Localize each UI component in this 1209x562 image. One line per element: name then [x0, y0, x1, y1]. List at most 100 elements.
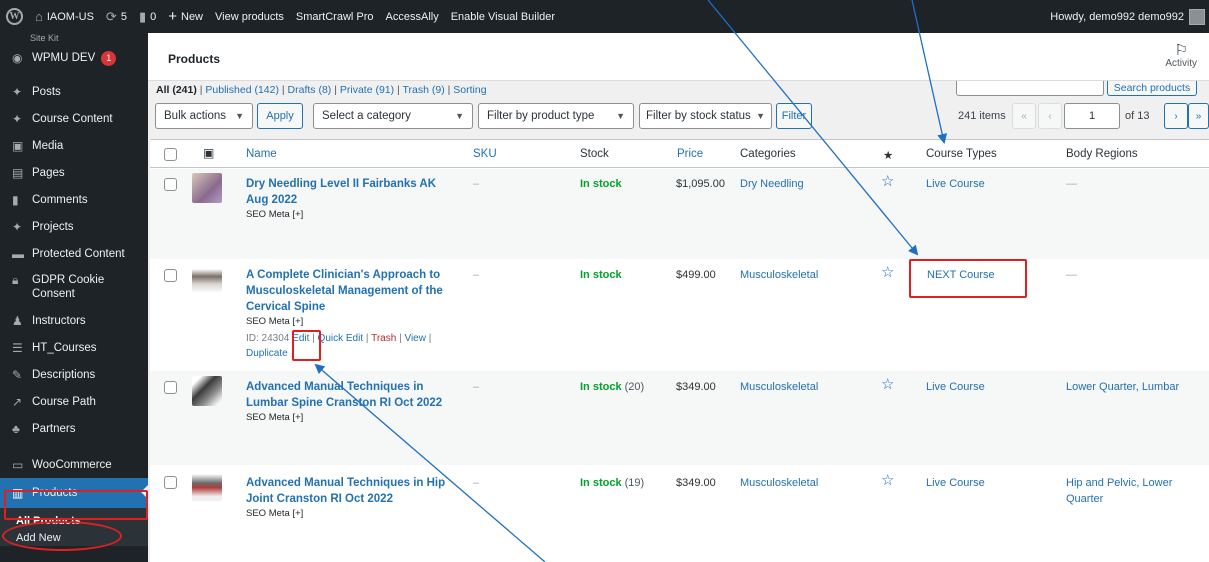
- prev-page-button[interactable]: ‹: [1038, 103, 1062, 129]
- pin-icon: ✦: [12, 219, 23, 234]
- row-checkbox[interactable]: [164, 178, 177, 191]
- wp-logo-menu[interactable]: W: [0, 0, 29, 33]
- featured-star-icon[interactable]: ☆: [881, 174, 894, 190]
- accessally-link[interactable]: AccessAlly: [380, 0, 445, 33]
- course-type-link[interactable]: Live Course: [926, 379, 985, 395]
- activity-panel-button[interactable]: ⚐ Activity: [1165, 43, 1197, 69]
- my-account-menu[interactable]: Howdy, demo992 demo992: [1050, 8, 1209, 25]
- sidebar-item-projects[interactable]: ✦ Projects: [0, 213, 148, 240]
- media-icon: ▣: [12, 138, 24, 153]
- category-link[interactable]: Musculoskeletal: [740, 267, 818, 283]
- view-sorting[interactable]: Sorting: [453, 84, 486, 96]
- price-value: $349.00: [676, 381, 716, 393]
- bulk-actions-select[interactable]: Bulk actions ▼: [155, 103, 253, 129]
- price-value: $499.00: [676, 269, 716, 281]
- seo-meta-toggle[interactable]: SEO Meta [+]: [246, 208, 456, 222]
- product-title-link[interactable]: Advanced Manual Techniques in Hip Joint …: [246, 475, 468, 507]
- row-checkbox[interactable]: [164, 381, 177, 394]
- body-regions-link[interactable]: Hip and Pelvic, Lower Quarter: [1066, 475, 1186, 507]
- highlight-box-next-course: [909, 259, 1027, 298]
- view-drafts[interactable]: Drafts (8): [288, 84, 332, 96]
- category-link[interactable]: Musculoskeletal: [740, 379, 818, 395]
- product-title-link[interactable]: A Complete Clinician's Approach to Muscu…: [246, 267, 456, 315]
- wpmu-logo-icon: ◉: [12, 51, 23, 65]
- product-thumbnail[interactable]: [192, 173, 222, 203]
- sidebar-item-partners[interactable]: ♣ Partners: [0, 415, 148, 442]
- column-sku[interactable]: SKU: [473, 148, 497, 160]
- apply-button[interactable]: Apply: [257, 103, 303, 129]
- table-row: Advanced Manual Techniques in Lumbar Spi…: [150, 371, 1209, 465]
- product-thumbnail[interactable]: [192, 266, 222, 296]
- stock-status: In stock (20): [580, 381, 645, 393]
- sidebar-item-comments[interactable]: ▮ Comments: [0, 186, 148, 213]
- search-products-button[interactable]: Search products: [1107, 81, 1197, 96]
- filter-button[interactable]: Filter: [776, 103, 812, 129]
- sidebar-item-wpmu-dev[interactable]: ◉ WPMU DEV 1: [0, 44, 148, 72]
- sidebar-item-descriptions[interactable]: ✎ Descriptions: [0, 361, 148, 388]
- next-page-button[interactable]: ›: [1164, 103, 1188, 129]
- view-products-link[interactable]: View products: [209, 0, 290, 33]
- row-checkbox[interactable]: [164, 269, 177, 282]
- view-private[interactable]: Private (91): [340, 84, 394, 96]
- product-title-link[interactable]: Dry Needling Level II Fairbanks AK Aug 2…: [246, 176, 456, 208]
- site-name-link[interactable]: ⌂ IAOM-US: [29, 0, 100, 33]
- sidebar-item-protected-content[interactable]: ▬ Protected Content: [0, 240, 148, 267]
- trash-link[interactable]: Trash: [371, 333, 396, 344]
- sidebar-item-woocommerce[interactable]: ▭ WooCommerce: [0, 451, 148, 478]
- first-page-button[interactable]: «: [1012, 103, 1036, 129]
- folder-lock-icon: ▬: [12, 246, 24, 261]
- current-page-input[interactable]: 1: [1064, 103, 1120, 129]
- refresh-icon: ⟳: [105, 8, 117, 24]
- duplicate-link[interactable]: Duplicate: [246, 348, 288, 359]
- product-type-select[interactable]: Filter by product type ▼: [478, 103, 634, 129]
- new-content-link[interactable]: + New: [162, 0, 209, 33]
- column-categories: Categories: [740, 148, 796, 160]
- featured-star-icon[interactable]: ☆: [881, 473, 894, 489]
- updates-link[interactable]: ⟳ 5: [100, 0, 133, 33]
- row-checkbox[interactable]: [164, 476, 177, 489]
- column-featured[interactable]: ★: [883, 148, 893, 162]
- body-regions-link[interactable]: Lower Quarter, Lumbar: [1066, 379, 1179, 395]
- category-link[interactable]: Dry Needling: [740, 176, 804, 192]
- seo-meta-toggle[interactable]: SEO Meta [+]: [246, 411, 456, 425]
- stock-status-select[interactable]: Filter by stock status ▼: [639, 103, 772, 129]
- featured-star-icon[interactable]: ☆: [881, 377, 894, 393]
- sidebar-item-ht-courses[interactable]: ☰ HT_Courses: [0, 334, 148, 361]
- category-link[interactable]: Musculoskeletal: [740, 475, 818, 491]
- product-id: ID: 24304: [246, 333, 290, 344]
- comments-link[interactable]: ▮ 0: [133, 0, 162, 33]
- last-page-button[interactable]: »: [1188, 103, 1209, 129]
- view-all[interactable]: All (241): [156, 84, 197, 96]
- seo-meta-toggle[interactable]: SEO Meta [+]: [246, 507, 468, 521]
- sidebar-item-posts[interactable]: ✦ Posts: [0, 78, 148, 105]
- search-input[interactable]: [956, 81, 1104, 96]
- category-select[interactable]: Select a category ▼: [313, 103, 473, 129]
- smartcrawl-pro-link[interactable]: SmartCrawl Pro: [290, 0, 380, 33]
- sidebar-item-course-path[interactable]: ↗ Course Path: [0, 388, 148, 415]
- sidebar-item-pages[interactable]: ▤ Pages: [0, 159, 148, 186]
- view-link[interactable]: View: [404, 333, 426, 344]
- select-all-checkbox[interactable]: [164, 148, 177, 161]
- course-type-link[interactable]: Live Course: [926, 475, 985, 491]
- sidebar-item-gdpr-cookie-consent[interactable]: 🔒︎ GDPR Cookie Consent: [0, 267, 148, 307]
- product-title-link[interactable]: Advanced Manual Techniques in Lumbar Spi…: [246, 379, 456, 411]
- sidebar-item-course-content[interactable]: ✦ Course Content: [0, 105, 148, 132]
- product-thumbnail[interactable]: [192, 376, 222, 406]
- quick-edit-link[interactable]: Quick Edit: [318, 333, 364, 344]
- sidebar-item-instructors[interactable]: ♟ Instructors: [0, 307, 148, 334]
- page-header: Products ⚐ Activity: [148, 33, 1209, 81]
- sidebar-item-site-kit[interactable]: Site Kit: [0, 33, 148, 44]
- sidebar-item-media[interactable]: ▣ Media: [0, 132, 148, 159]
- seo-meta-toggle[interactable]: SEO Meta [+]: [246, 315, 456, 329]
- view-published[interactable]: Published (142): [205, 84, 279, 96]
- featured-star-icon[interactable]: ☆: [881, 265, 894, 281]
- home-icon: ⌂: [35, 9, 43, 24]
- stock-status: In stock (19): [580, 477, 645, 489]
- column-price[interactable]: Price: [677, 148, 703, 160]
- enable-visual-builder-link[interactable]: Enable Visual Builder: [445, 0, 561, 33]
- column-name[interactable]: Name: [246, 148, 277, 160]
- price-value: $1,095.00: [676, 178, 725, 190]
- product-thumbnail[interactable]: [192, 471, 222, 501]
- course-type-link[interactable]: Live Course: [926, 176, 985, 192]
- view-trash[interactable]: Trash (9): [403, 84, 445, 96]
